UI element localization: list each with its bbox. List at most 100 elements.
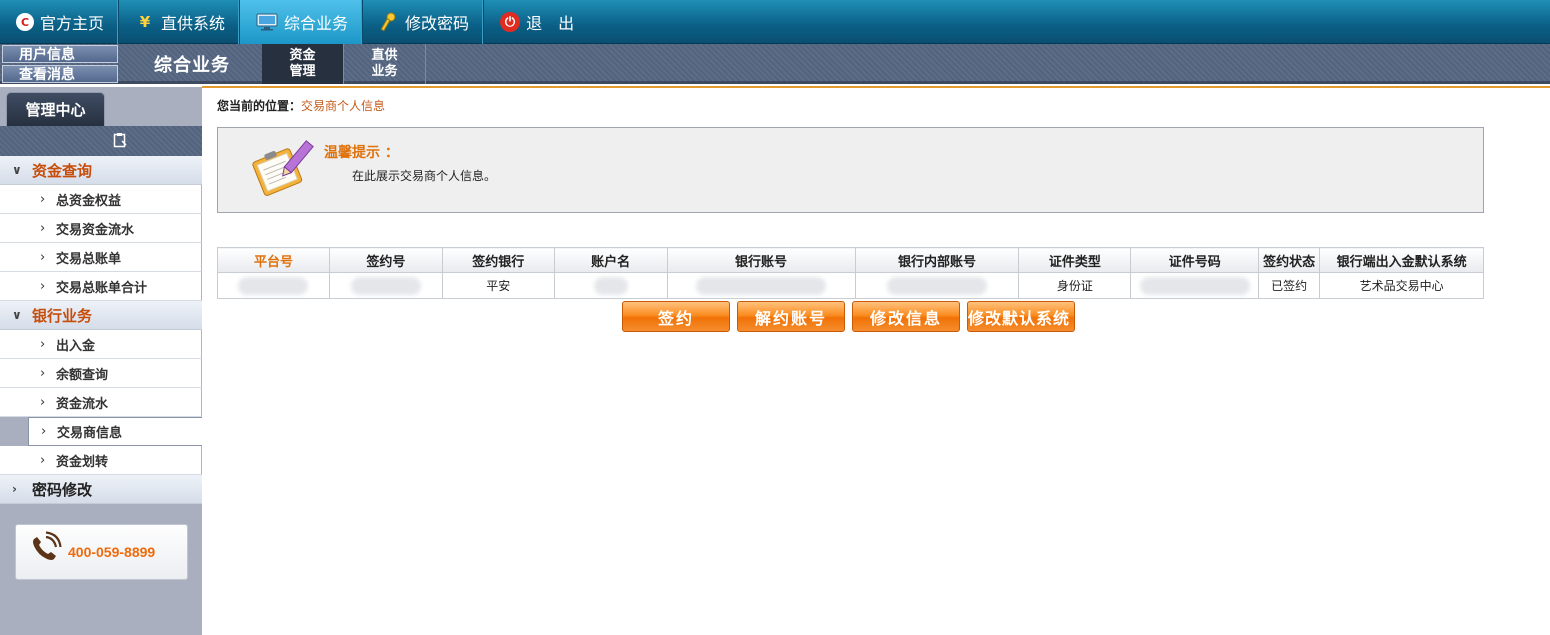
cell-id-number [1130, 272, 1260, 299]
sidebar-item-balance-query[interactable]: › 余额查询 [0, 359, 202, 388]
sidebar-menu: ∨ 资金查询 › 总资金权益 › 交易资金流水 › 交易总账单 › 交易总账单合计 ∨ 银行… [0, 156, 202, 504]
sidebar-item-label: 资金流水 [56, 396, 109, 412]
sidebar-item-label: 出入金 [56, 338, 96, 354]
cell-id-type: 身份证 [1018, 272, 1132, 299]
sidebar-group-password[interactable]: › 密码修改 [0, 475, 202, 504]
tab-direct-business-line1: 直供 [371, 48, 398, 63]
cell-sign-status: 已签约 [1258, 272, 1321, 299]
cell-bank: 平安 [441, 272, 555, 299]
phone-icon [28, 531, 62, 573]
redacted-value [886, 276, 987, 295]
tab-fund-management[interactable]: 资金 管理 [262, 44, 344, 84]
sidebar-group-label: 资金查询 [32, 161, 93, 180]
sidebar-item-label: 交易总账单合计 [56, 280, 148, 296]
tab-direct-business-line2: 业务 [371, 64, 398, 79]
yen-icon: ¥ [139, 13, 151, 31]
sub-header-bar: 用户信息 查看消息 综合业务 资金 管理 直供 业务 [0, 44, 1550, 84]
tab-fund-management-line1: 资金 [289, 48, 316, 63]
sidebar-group-bank-business[interactable]: ∨ 银行业务 [0, 301, 202, 330]
power-icon: ⏻ [500, 12, 521, 32]
breadcrumb-current[interactable]: 交易商个人信息 [301, 99, 385, 113]
sidebar-tab-management[interactable]: 管理中心 [6, 92, 105, 126]
sidebar-item-label: 交易商信息 [57, 426, 123, 441]
col-contract-no: 签约号 [328, 247, 443, 273]
tab-direct-business[interactable]: 直供 业务 [344, 44, 426, 84]
main-content: 您当前的位置：交易商个人信息 温馨提示 ： 在此展示交易商个人信息。 平台号 签… [217, 97, 1484, 332]
nav-direct-supply[interactable]: ¥ 直供系统 [119, 0, 241, 44]
nav-logout-label: 退 出 [526, 14, 575, 33]
sidebar-item-label: 余额查询 [56, 367, 109, 383]
sidebar-item-label: 资金划转 [56, 454, 109, 470]
chevron-right-icon: › [40, 249, 46, 265]
col-platform-no: 平台号 [217, 247, 330, 273]
monitor-icon [256, 12, 278, 32]
nav-change-password[interactable]: 修改密码 [363, 0, 485, 44]
sidebar-item-trader-info[interactable]: › 交易商信息 [28, 417, 202, 446]
col-bank-account: 银行账号 [666, 247, 856, 273]
view-messages-button[interactable]: 查看消息 [2, 65, 118, 83]
hotline-box: 400-059-8899 [15, 524, 188, 580]
col-sign-status: 签约状态 [1258, 247, 1321, 273]
user-info-button[interactable]: 用户信息 [2, 45, 118, 63]
cell-bank-account [666, 272, 856, 299]
col-id-type: 证件类型 [1018, 247, 1132, 273]
sidebar-item-fund-transfer[interactable]: › 资金划转 [0, 446, 202, 475]
sidebar-group-label: 密码修改 [32, 480, 93, 499]
sidebar-item-total-equity[interactable]: › 总资金权益 [0, 185, 202, 214]
chevron-right-icon: › [40, 220, 46, 236]
top-nav-bar: C 官方主页 ¥ 直供系统 综合业务 修改密码 ⏻ 退 出 [0, 0, 1550, 44]
trader-info-table: 平台号 签约号 签约银行 账户名 银行账号 银行内部账号 证件类型 证件号码 签… [217, 247, 1484, 299]
chevron-right-icon: › [12, 482, 17, 496]
content-divider [202, 86, 1550, 88]
col-default-system: 银行端出入金默认系统 [1319, 247, 1484, 273]
sidebar-item-trade-bill[interactable]: › 交易总账单 [0, 243, 202, 272]
home-logo-icon: C [16, 13, 34, 31]
sub-tabs: 资金 管理 直供 业务 [262, 44, 426, 84]
cell-platform-no [217, 272, 330, 299]
notepad-pencil-icon [248, 140, 318, 200]
nav-direct-supply-label: 直供系统 [161, 14, 226, 33]
chevron-right-icon: › [40, 452, 46, 468]
action-buttons: 签约 解约账号 修改信息 修改默认系统 [622, 301, 1082, 332]
tip-text: 在此展示交易商个人信息。 [352, 169, 497, 183]
top-nav: C 官方主页 ¥ 直供系统 综合业务 修改密码 ⏻ 退 出 [0, 0, 588, 44]
sidebar-item-deposit-withdraw[interactable]: › 出入金 [0, 330, 202, 359]
chevron-right-icon: › [40, 365, 46, 381]
chevron-right-icon: › [40, 278, 46, 294]
sidebar-band [0, 126, 202, 156]
cell-default-system: 艺术品交易中心 [1319, 272, 1484, 299]
redacted-value [593, 276, 628, 295]
table-row: 平安 身份证 已签约 艺术品交易中心 [217, 272, 1484, 299]
sidebar-item-trade-bill-total[interactable]: › 交易总账单合计 [0, 272, 202, 301]
nav-home-label: 官方主页 [40, 14, 105, 33]
sidebar-group-fund-query[interactable]: ∨ 资金查询 [0, 156, 202, 185]
tip-box: 温馨提示 ： 在此展示交易商个人信息。 [217, 127, 1484, 213]
edit-info-button[interactable]: 修改信息 [852, 301, 960, 332]
redacted-value [1139, 276, 1250, 295]
redacted-value [238, 276, 309, 295]
sidebar-group-label: 银行业务 [32, 306, 93, 325]
clipboard-icon[interactable] [113, 132, 127, 152]
sign-button[interactable]: 签约 [622, 301, 730, 332]
sidebar-item-label: 交易资金流水 [56, 222, 135, 238]
chevron-right-icon: › [41, 424, 47, 439]
col-account-name: 账户名 [553, 247, 668, 273]
breadcrumb: 您当前的位置：交易商个人信息 [217, 97, 1484, 114]
cancel-account-button[interactable]: 解约账号 [737, 301, 845, 332]
nav-change-password-label: 修改密码 [405, 14, 470, 33]
sidebar-item-fund-flow[interactable]: › 资金流水 [0, 388, 202, 417]
nav-general-business[interactable]: 综合业务 [240, 0, 364, 44]
redacted-value [696, 276, 827, 295]
tab-fund-management-line2: 管理 [289, 64, 316, 79]
col-bank: 签约银行 [441, 247, 555, 273]
nav-logout[interactable]: ⏻ 退 出 [484, 0, 588, 44]
section-title: 综合业务 [154, 55, 230, 76]
table-header-row: 平台号 签约号 签约银行 账户名 银行账号 银行内部账号 证件类型 证件号码 签… [217, 247, 1484, 273]
chevron-right-icon: › [40, 336, 46, 352]
chevron-down-icon: ∨ [12, 308, 22, 322]
sidebar-item-trade-fund-flow[interactable]: › 交易资金流水 [0, 214, 202, 243]
edit-default-system-button[interactable]: 修改默认系统 [967, 301, 1075, 332]
cell-contract-no [328, 272, 443, 299]
nav-home[interactable]: C 官方主页 [0, 0, 120, 44]
sidebar-item-label: 交易总账单 [56, 251, 122, 267]
